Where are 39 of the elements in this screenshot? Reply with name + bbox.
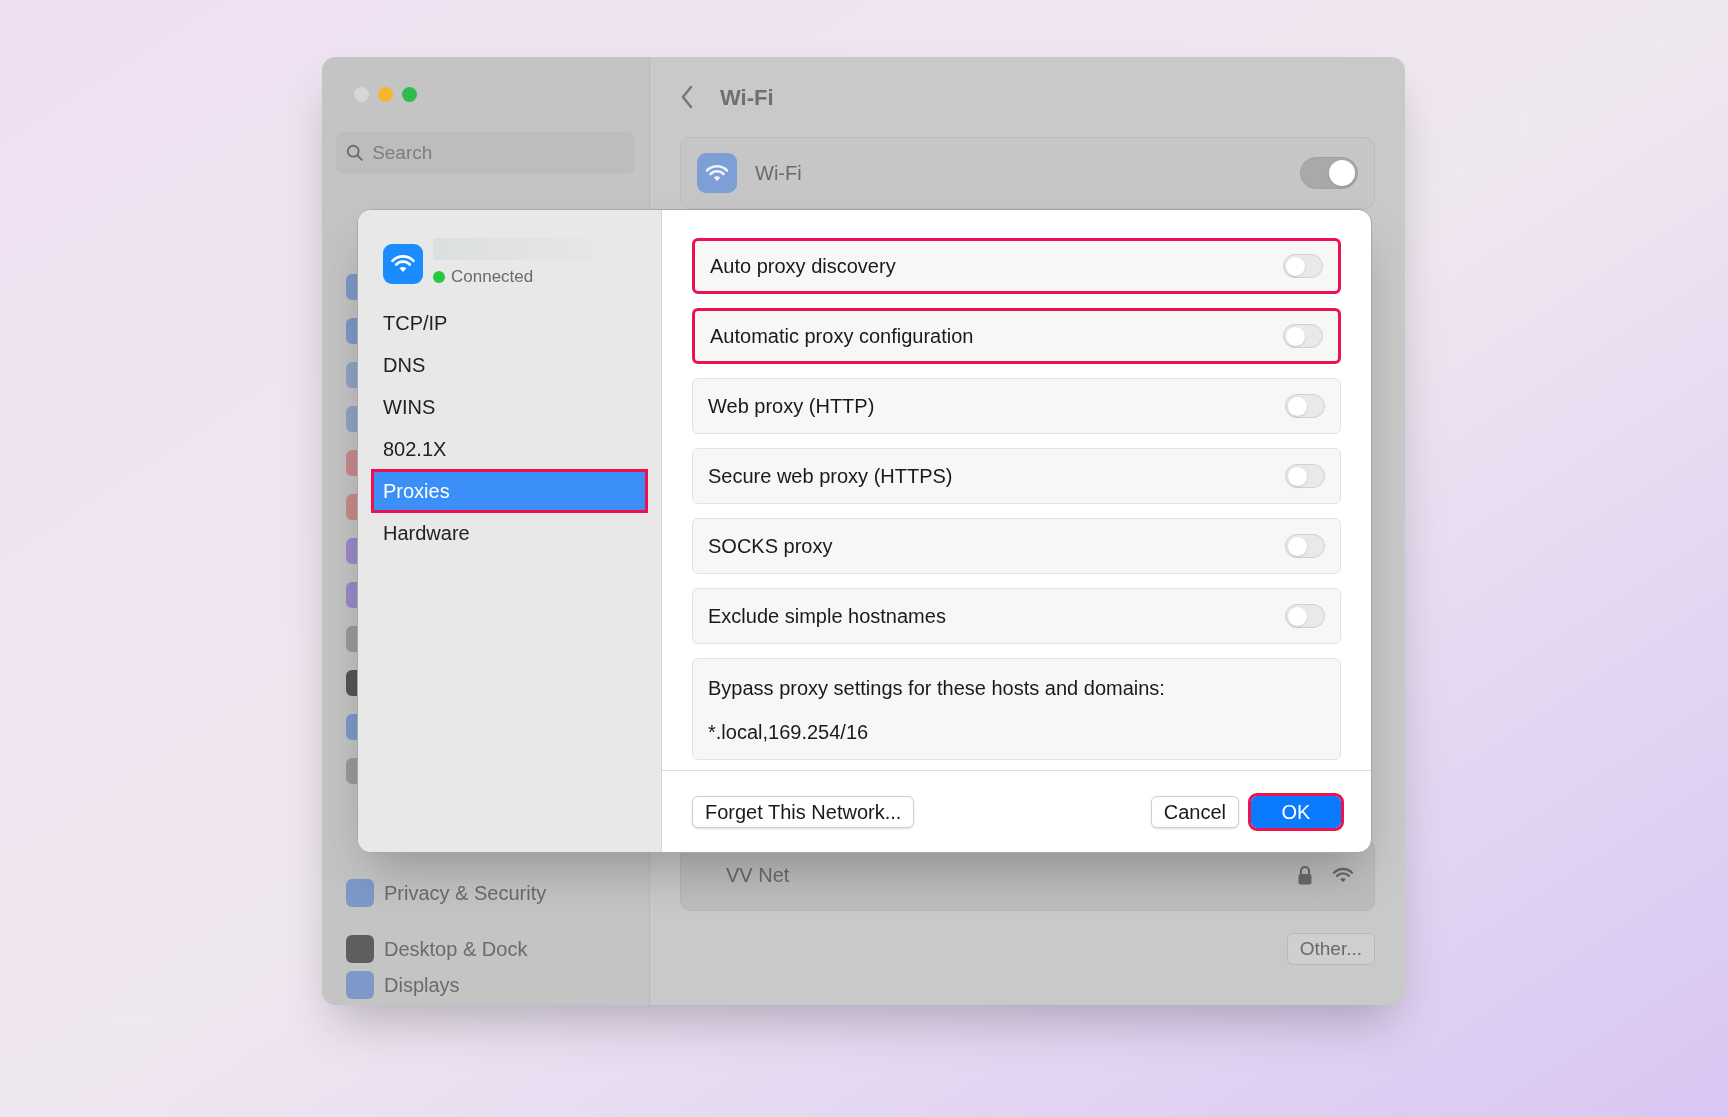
zoom-button[interactable] bbox=[402, 87, 417, 102]
toggle-switch[interactable] bbox=[1283, 324, 1323, 348]
setting-label: Web proxy (HTTP) bbox=[708, 394, 875, 419]
sidebar-tab[interactable]: WINS bbox=[374, 387, 645, 426]
setting-label: Exclude simple hostnames bbox=[708, 604, 946, 629]
search-input[interactable]: Search bbox=[372, 138, 625, 168]
toggle-switch[interactable] bbox=[1285, 464, 1325, 488]
toggle-switch[interactable] bbox=[1285, 394, 1325, 418]
dialog-button[interactable]: Forget This Network... bbox=[692, 795, 915, 828]
toggle-switch[interactable] bbox=[1285, 604, 1325, 628]
other-button[interactable]: Other... bbox=[1286, 933, 1375, 965]
dialog-button[interactable]: Cancel bbox=[1150, 795, 1239, 828]
toggle-switch[interactable] bbox=[1285, 534, 1325, 558]
ok-button[interactable]: OK bbox=[1251, 795, 1341, 828]
bypass-value[interactable]: *.local,169.254/16 bbox=[708, 717, 1325, 747]
toggle-switch[interactable] bbox=[1300, 157, 1358, 189]
sidebar-item-icon bbox=[346, 971, 374, 999]
sidebar-item-icon bbox=[346, 935, 374, 963]
wifi-icon bbox=[705, 163, 729, 183]
toggle-switch[interactable] bbox=[1283, 254, 1323, 278]
search-field[interactable]: Search bbox=[336, 132, 635, 174]
window-title: Wi-Fi bbox=[720, 83, 774, 112]
connection-status: Connected bbox=[451, 266, 534, 288]
wifi-icon bbox=[1332, 866, 1354, 884]
setting-label: Secure web proxy (HTTPS) bbox=[708, 464, 953, 489]
sidebar-tab[interactable]: 802.1X bbox=[374, 429, 645, 468]
wifi-label: Wi-Fi bbox=[755, 161, 803, 186]
sidebar-tab[interactable]: DNS bbox=[374, 345, 645, 384]
setting-label: SOCKS proxy bbox=[708, 534, 833, 559]
setting-label: Automatic proxy configuration bbox=[710, 324, 974, 349]
sidebar-tab[interactable]: Hardware bbox=[374, 513, 645, 552]
search-icon bbox=[346, 143, 365, 163]
setting-label: Auto proxy discovery bbox=[710, 254, 896, 279]
network-name: VV Net bbox=[726, 863, 791, 888]
minimize-button[interactable] bbox=[378, 87, 393, 102]
sidebar-item-icon bbox=[346, 879, 374, 907]
back-icon[interactable] bbox=[680, 85, 694, 109]
bypass-label: Bypass proxy settings for these hosts and domains: bbox=[708, 676, 1166, 701]
sidebar-tab[interactable]: TCP/IP bbox=[374, 303, 645, 342]
